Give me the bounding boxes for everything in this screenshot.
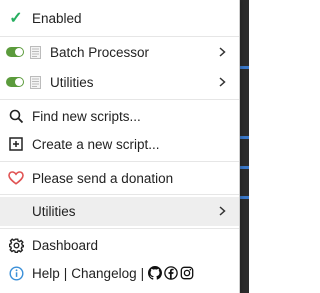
enabled-label: Enabled — [32, 10, 82, 26]
create-new-script-item[interactable]: Create a new script... — [0, 130, 239, 158]
extension-popup-menu: ✓ Enabled Batch Processor Utilities Find… — [0, 0, 240, 293]
script-enabled-toggle[interactable] — [6, 47, 24, 57]
chevron-right-icon — [219, 47, 226, 57]
divider — [0, 161, 239, 162]
script-item-utilities[interactable]: Utilities — [0, 68, 239, 96]
background-stripe — [239, 136, 249, 139]
help-row: Help | Changelog | — [0, 259, 239, 287]
dashboard-label: Dashboard — [32, 237, 99, 253]
enabled-toggle-item[interactable]: ✓ Enabled — [0, 4, 239, 32]
donation-label: Please send a donation — [32, 170, 174, 186]
check-icon: ✓ — [9, 10, 23, 27]
dashboard-item[interactable]: Dashboard — [0, 231, 239, 259]
instagram-icon[interactable] — [180, 266, 194, 280]
info-icon — [8, 265, 24, 281]
utilities-submenu-label: Utilities — [32, 204, 76, 219]
donation-item[interactable]: Please send a donation — [0, 164, 239, 192]
divider — [0, 228, 239, 229]
background-page-edge — [239, 0, 249, 293]
utilities-submenu-item[interactable]: Utilities — [0, 197, 239, 226]
background-stripe — [239, 166, 249, 169]
script-name: Batch Processor — [50, 44, 150, 60]
script-enabled-toggle[interactable] — [6, 77, 24, 87]
facebook-icon[interactable] — [164, 266, 178, 280]
social-links — [148, 266, 194, 280]
script-file-icon — [30, 45, 41, 59]
divider — [0, 36, 239, 37]
gear-icon — [8, 237, 24, 253]
find-new-scripts-item[interactable]: Find new scripts... — [0, 102, 239, 130]
divider-text: | — [140, 265, 145, 281]
script-item-batch-processor[interactable]: Batch Processor — [0, 38, 239, 66]
find-new-scripts-label: Find new scripts... — [32, 108, 141, 124]
plus-square-icon — [9, 137, 23, 151]
heart-icon — [8, 171, 24, 185]
divider — [0, 99, 239, 100]
background-stripe — [239, 66, 249, 69]
divider — [0, 194, 239, 195]
create-new-script-label: Create a new script... — [32, 136, 160, 152]
help-link[interactable]: Help — [32, 266, 60, 281]
background-stripe — [239, 196, 249, 199]
divider-text: | — [63, 265, 68, 281]
script-name: Utilities — [50, 74, 94, 90]
script-file-icon — [30, 75, 41, 89]
chevron-right-icon — [219, 77, 226, 87]
page: ✓ Enabled Batch Processor Utilities Find… — [0, 0, 249, 293]
chevron-right-icon — [219, 206, 226, 216]
search-icon — [9, 109, 23, 123]
changelog-link[interactable]: Changelog — [71, 266, 136, 281]
github-icon[interactable] — [148, 266, 163, 280]
